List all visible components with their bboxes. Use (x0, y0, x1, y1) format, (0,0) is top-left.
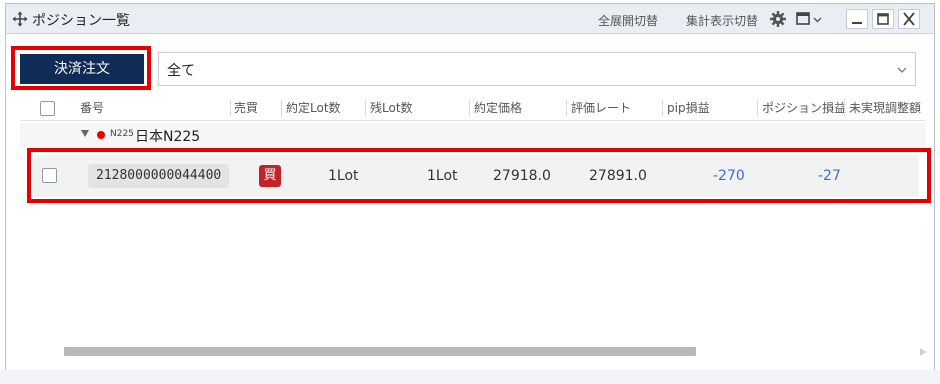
settle-order-button[interactable]: 決済注文 (20, 54, 144, 84)
header-remaining-lots[interactable]: 残Lot数 (370, 99, 413, 116)
buy-badge: 買 (259, 165, 281, 187)
bottom-edge (0, 370, 940, 384)
table-header: 番号 売買 約定Lot数 残Lot数 約定価格 評価レート pip損益 ポジショ… (20, 95, 926, 121)
summary-display-toggle[interactable]: 集計表示切替 (686, 12, 758, 29)
column-divider[interactable] (281, 99, 282, 117)
row-checkbox[interactable] (42, 168, 57, 183)
header-side[interactable]: 売買 (234, 99, 258, 116)
table-row[interactable]: 2128000000044400 買 1Lot 1Lot 27918.0 278… (33, 155, 919, 197)
column-divider[interactable] (844, 99, 845, 117)
header-contract-price[interactable]: 約定価格 (474, 99, 522, 116)
scrollbar-thumb[interactable] (64, 347, 696, 356)
layout-menu-icon[interactable] (794, 9, 826, 29)
scroll-right-arrow-icon[interactable] (920, 348, 926, 356)
column-divider[interactable] (757, 99, 758, 117)
minimize-icon[interactable] (846, 9, 868, 29)
group-code: N225 (110, 129, 134, 139)
filter-selected-value: 全て (167, 63, 195, 79)
header-unrealized-adj[interactable]: 未実現調整額 (849, 99, 921, 116)
close-icon[interactable] (898, 9, 920, 29)
title-bar[interactable]: ポジション一覧 全展開切替 集計表示切替 (6, 4, 934, 34)
group-row-n225[interactable]: N225 日本N225 (20, 123, 926, 147)
chevron-down-icon (897, 67, 907, 73)
column-divider[interactable] (365, 99, 366, 117)
header-position-pnl[interactable]: ポジション損益 (762, 99, 846, 116)
column-divider[interactable] (566, 99, 567, 117)
header-eval-rate[interactable]: 評価レート (571, 99, 631, 116)
header-contract-lots[interactable]: 約定Lot数 (286, 99, 341, 116)
remaining-lots-cell: 1Lot (427, 168, 458, 184)
filter-select[interactable]: 全て (158, 52, 916, 86)
contract-lots-cell: 1Lot (328, 168, 359, 184)
collapse-arrow-icon[interactable] (81, 130, 89, 137)
column-divider[interactable] (662, 99, 663, 117)
gear-icon[interactable] (767, 9, 789, 29)
maximize-icon[interactable] (872, 9, 894, 29)
group-name: 日本N225 (135, 129, 201, 145)
eval-rate-cell: 27891.0 (589, 168, 647, 184)
action-toolbar: 決済注文 全て (0, 40, 928, 90)
select-all-checkbox[interactable] (40, 101, 55, 116)
column-divider[interactable] (230, 99, 231, 117)
pip-pnl-cell: -270 (713, 168, 745, 184)
window-title: ポジション一覧 (32, 13, 130, 29)
move-icon[interactable] (12, 11, 28, 27)
column-divider[interactable] (469, 99, 470, 117)
header-number[interactable]: 番号 (80, 99, 104, 116)
contract-price-cell: 27918.0 (493, 168, 551, 184)
japan-flag-icon (97, 131, 105, 139)
position-id: 2128000000044400 (88, 164, 230, 188)
header-pip-pnl[interactable]: pip損益 (667, 99, 710, 116)
expand-all-toggle[interactable]: 全展開切替 (598, 12, 658, 29)
position-pnl-cell: -27 (818, 168, 841, 184)
